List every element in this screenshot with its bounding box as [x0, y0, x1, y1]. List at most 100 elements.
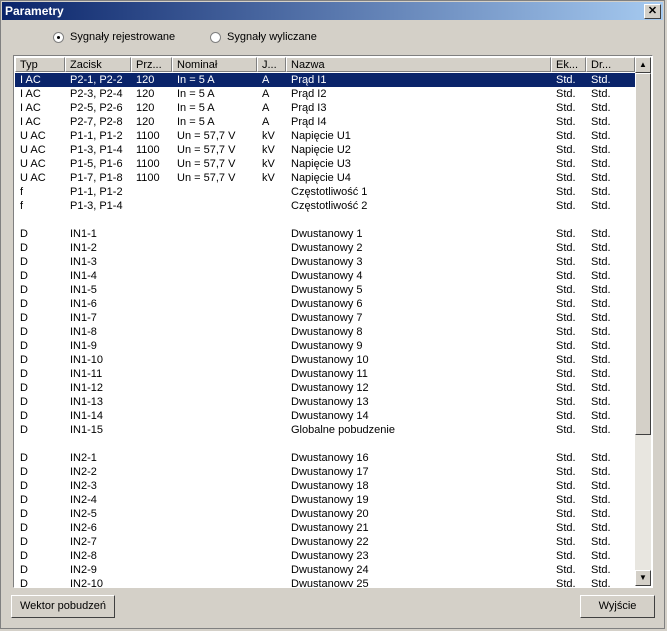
cell-typ: D — [20, 242, 28, 254]
radio-calculated-indicator[interactable] — [210, 31, 221, 43]
cell-nazwa: Dwustanowy 19 — [291, 494, 369, 506]
exit-button[interactable]: Wyjście — [580, 595, 655, 618]
table-row[interactable]: D IN2-4 Dwustanowy 19 Std. Std. — [15, 493, 635, 507]
cell-nazwa: Dwustanowy 6 — [291, 298, 363, 310]
table-row[interactable]: D IN1-4 Dwustanowy 4 Std. Std. — [15, 269, 635, 283]
table-row[interactable]: D IN2-7 Dwustanowy 22 Std. Std. — [15, 535, 635, 549]
cell-przekladnia: 1100 — [136, 158, 160, 170]
cell-ek: Std. — [556, 522, 576, 534]
cell-nominal — [172, 213, 257, 227]
cell-jednostka — [257, 409, 286, 423]
radio-calculated-signals[interactable]: Sygnały wyliczane — [210, 31, 317, 43]
column-header-ek[interactable]: Ek... — [551, 57, 586, 72]
radio-calculated-label: Sygnały wyliczane — [227, 31, 317, 43]
cell-ek: Std. — [556, 466, 576, 478]
table-row[interactable]: D IN1-9 Dwustanowy 9 Std. Std. — [15, 339, 635, 353]
vertical-scrollbar[interactable]: ▲ ▼ — [635, 57, 651, 586]
table-row[interactable]: D IN1-14 Dwustanowy 14 Std. Std. — [15, 409, 635, 423]
cell-zacisk: P2-5, P2-6 — [70, 102, 123, 114]
table-row[interactable]: D IN1-3 Dwustanowy 3 Std. Std. — [15, 255, 635, 269]
table-row[interactable]: D IN1-8 Dwustanowy 8 Std. Std. — [15, 325, 635, 339]
cell-jednostka — [257, 185, 286, 199]
cell-dr: Std. — [591, 550, 611, 562]
cell-jednostka — [257, 339, 286, 353]
table-row[interactable]: D IN1-7 Dwustanowy 7 Std. Std. — [15, 311, 635, 325]
cell-zacisk: IN2-5 — [70, 508, 97, 520]
cell-jednostka — [257, 213, 286, 227]
table-row[interactable]: U AC P1-1, P1-2 1100 Un = 57,7 V kV Napięcie … — [15, 129, 635, 143]
cell-typ: D — [20, 298, 28, 310]
cell-przekladnia — [131, 297, 172, 311]
cell-ek: Std. — [556, 88, 576, 100]
wektor-pobudzen-button[interactable]: Wektor pobudzeń — [11, 595, 115, 618]
cell-zacisk: IN1-15 — [70, 424, 104, 436]
table-row[interactable]: U AC P1-7, P1-8 1100 Un = 57,7 V kV Napięcie … — [15, 171, 635, 185]
signals-list[interactable]: Typ Zacisk Prz... Nominał J... Nazwa Ek.… — [13, 55, 653, 588]
table-row[interactable]: D IN2-5 Dwustanowy 20 Std. Std. — [15, 507, 635, 521]
table-row[interactable]: D IN2-6 Dwustanowy 21 Std. Std. — [15, 521, 635, 535]
column-header-nazwa[interactable]: Nazwa — [286, 57, 551, 72]
table-row[interactable]: D IN1-6 Dwustanowy 6 Std. Std. — [15, 297, 635, 311]
scroll-down-button[interactable]: ▼ — [635, 570, 651, 586]
table-row[interactable]: D IN1-2 Dwustanowy 2 Std. Std. — [15, 241, 635, 255]
column-header-dr[interactable]: Dr... — [586, 57, 635, 72]
table-row[interactable]: D IN2-3 Dwustanowy 18 Std. Std. — [15, 479, 635, 493]
column-header-nominal[interactable]: Nominał — [172, 57, 257, 72]
close-button[interactable]: ✕ — [644, 4, 661, 19]
cell-dr: Std. — [591, 186, 611, 198]
cell-nominal — [172, 451, 257, 465]
cell-dr: Std. — [591, 130, 611, 142]
column-header-przekladnia[interactable]: Prz... — [131, 57, 172, 72]
table-row[interactable]: U AC P1-5, P1-6 1100 Un = 57,7 V kV Napięcie … — [15, 157, 635, 171]
table-row[interactable]: D IN1-5 Dwustanowy 5 Std. Std. — [15, 283, 635, 297]
table-row[interactable]: D IN2-8 Dwustanowy 23 Std. Std. — [15, 549, 635, 563]
cell-typ: I AC — [20, 74, 41, 86]
table-row[interactable]: I AC P2-7, P2-8 120 In = 5 A A Prąd I4 Std. Std… — [15, 115, 635, 129]
cell-przekladnia: 120 — [136, 102, 155, 114]
table-row[interactable]: I AC P2-5, P2-6 120 In = 5 A A Prąd I3 Std. Std… — [15, 101, 635, 115]
column-header-zacisk[interactable]: Zacisk — [65, 57, 131, 72]
cell-nazwa: Dwustanowy 25 — [291, 578, 369, 587]
cell-typ: D — [20, 256, 28, 268]
table-row[interactable]: D IN2-10 Dwustanowy 25 Std. Std. — [15, 577, 635, 587]
cell-nazwa: Dwustanowy 12 — [291, 382, 369, 394]
cell-jednostka — [257, 451, 286, 465]
table-row[interactable]: D IN2-1 Dwustanowy 16 Std. Std. — [15, 451, 635, 465]
cell-zacisk: IN2-6 — [70, 522, 97, 534]
cell-nazwa: Dwustanowy 8 — [291, 326, 363, 338]
cell-zacisk: IN1-4 — [70, 270, 97, 282]
column-header-typ[interactable]: Typ — [15, 57, 65, 72]
table-row[interactable]: I AC P2-1, P2-2 120 In = 5 A A Prąd I1 Std. Std… — [15, 73, 635, 87]
radio-registered-indicator[interactable] — [53, 31, 64, 43]
table-row[interactable]: D IN1-10 Dwustanowy 10 Std. Std. — [15, 353, 635, 367]
cell-nominal — [172, 297, 257, 311]
table-row[interactable]: f P1-1, P1-2 Częstotliwość 1 Std. Std. — [15, 185, 635, 199]
cell-zacisk: P1-1, P1-2 — [70, 186, 123, 198]
table-row[interactable]: D IN1-13 Dwustanowy 13 Std. Std. — [15, 395, 635, 409]
cell-nazwa — [286, 437, 551, 451]
table-row[interactable] — [15, 213, 635, 227]
table-row[interactable]: D IN2-9 Dwustanowy 24 Std. Std. — [15, 563, 635, 577]
table-row[interactable]: U AC P1-3, P1-4 1100 Un = 57,7 V kV Napięcie … — [15, 143, 635, 157]
cell-ek: Std. — [556, 424, 576, 436]
cell-zacisk: IN1-13 — [70, 396, 104, 408]
cell-ek: Std. — [556, 312, 576, 324]
cell-przekladnia — [131, 437, 172, 451]
table-row[interactable]: D IN1-15 Globalne pobudzenie Std. Std. — [15, 423, 635, 437]
radio-registered-signals[interactable]: Sygnały rejestrowane — [53, 31, 175, 43]
table-row[interactable]: D IN1-12 Dwustanowy 12 Std. Std. — [15, 381, 635, 395]
scroll-up-button[interactable]: ▲ — [635, 57, 651, 73]
cell-jednostka — [257, 255, 286, 269]
table-row[interactable]: D IN1-1 Dwustanowy 1 Std. Std. — [15, 227, 635, 241]
table-row[interactable]: I AC P2-3, P2-4 120 In = 5 A A Prąd I2 Std. Std… — [15, 87, 635, 101]
cell-typ: I AC — [20, 102, 41, 114]
table-row[interactable]: D IN1-11 Dwustanowy 11 Std. Std. — [15, 367, 635, 381]
table-row[interactable]: f P1-3, P1-4 Częstotliwość 2 Std. Std. — [15, 199, 635, 213]
table-row[interactable] — [15, 437, 635, 451]
cell-dr: Std. — [591, 116, 611, 128]
column-header-jednostka[interactable]: J... — [257, 57, 286, 72]
table-row[interactable]: D IN2-2 Dwustanowy 17 Std. Std. — [15, 465, 635, 479]
cell-ek: Std. — [556, 410, 576, 422]
cell-nominal — [172, 269, 257, 283]
scrollbar-thumb[interactable] — [635, 73, 651, 435]
